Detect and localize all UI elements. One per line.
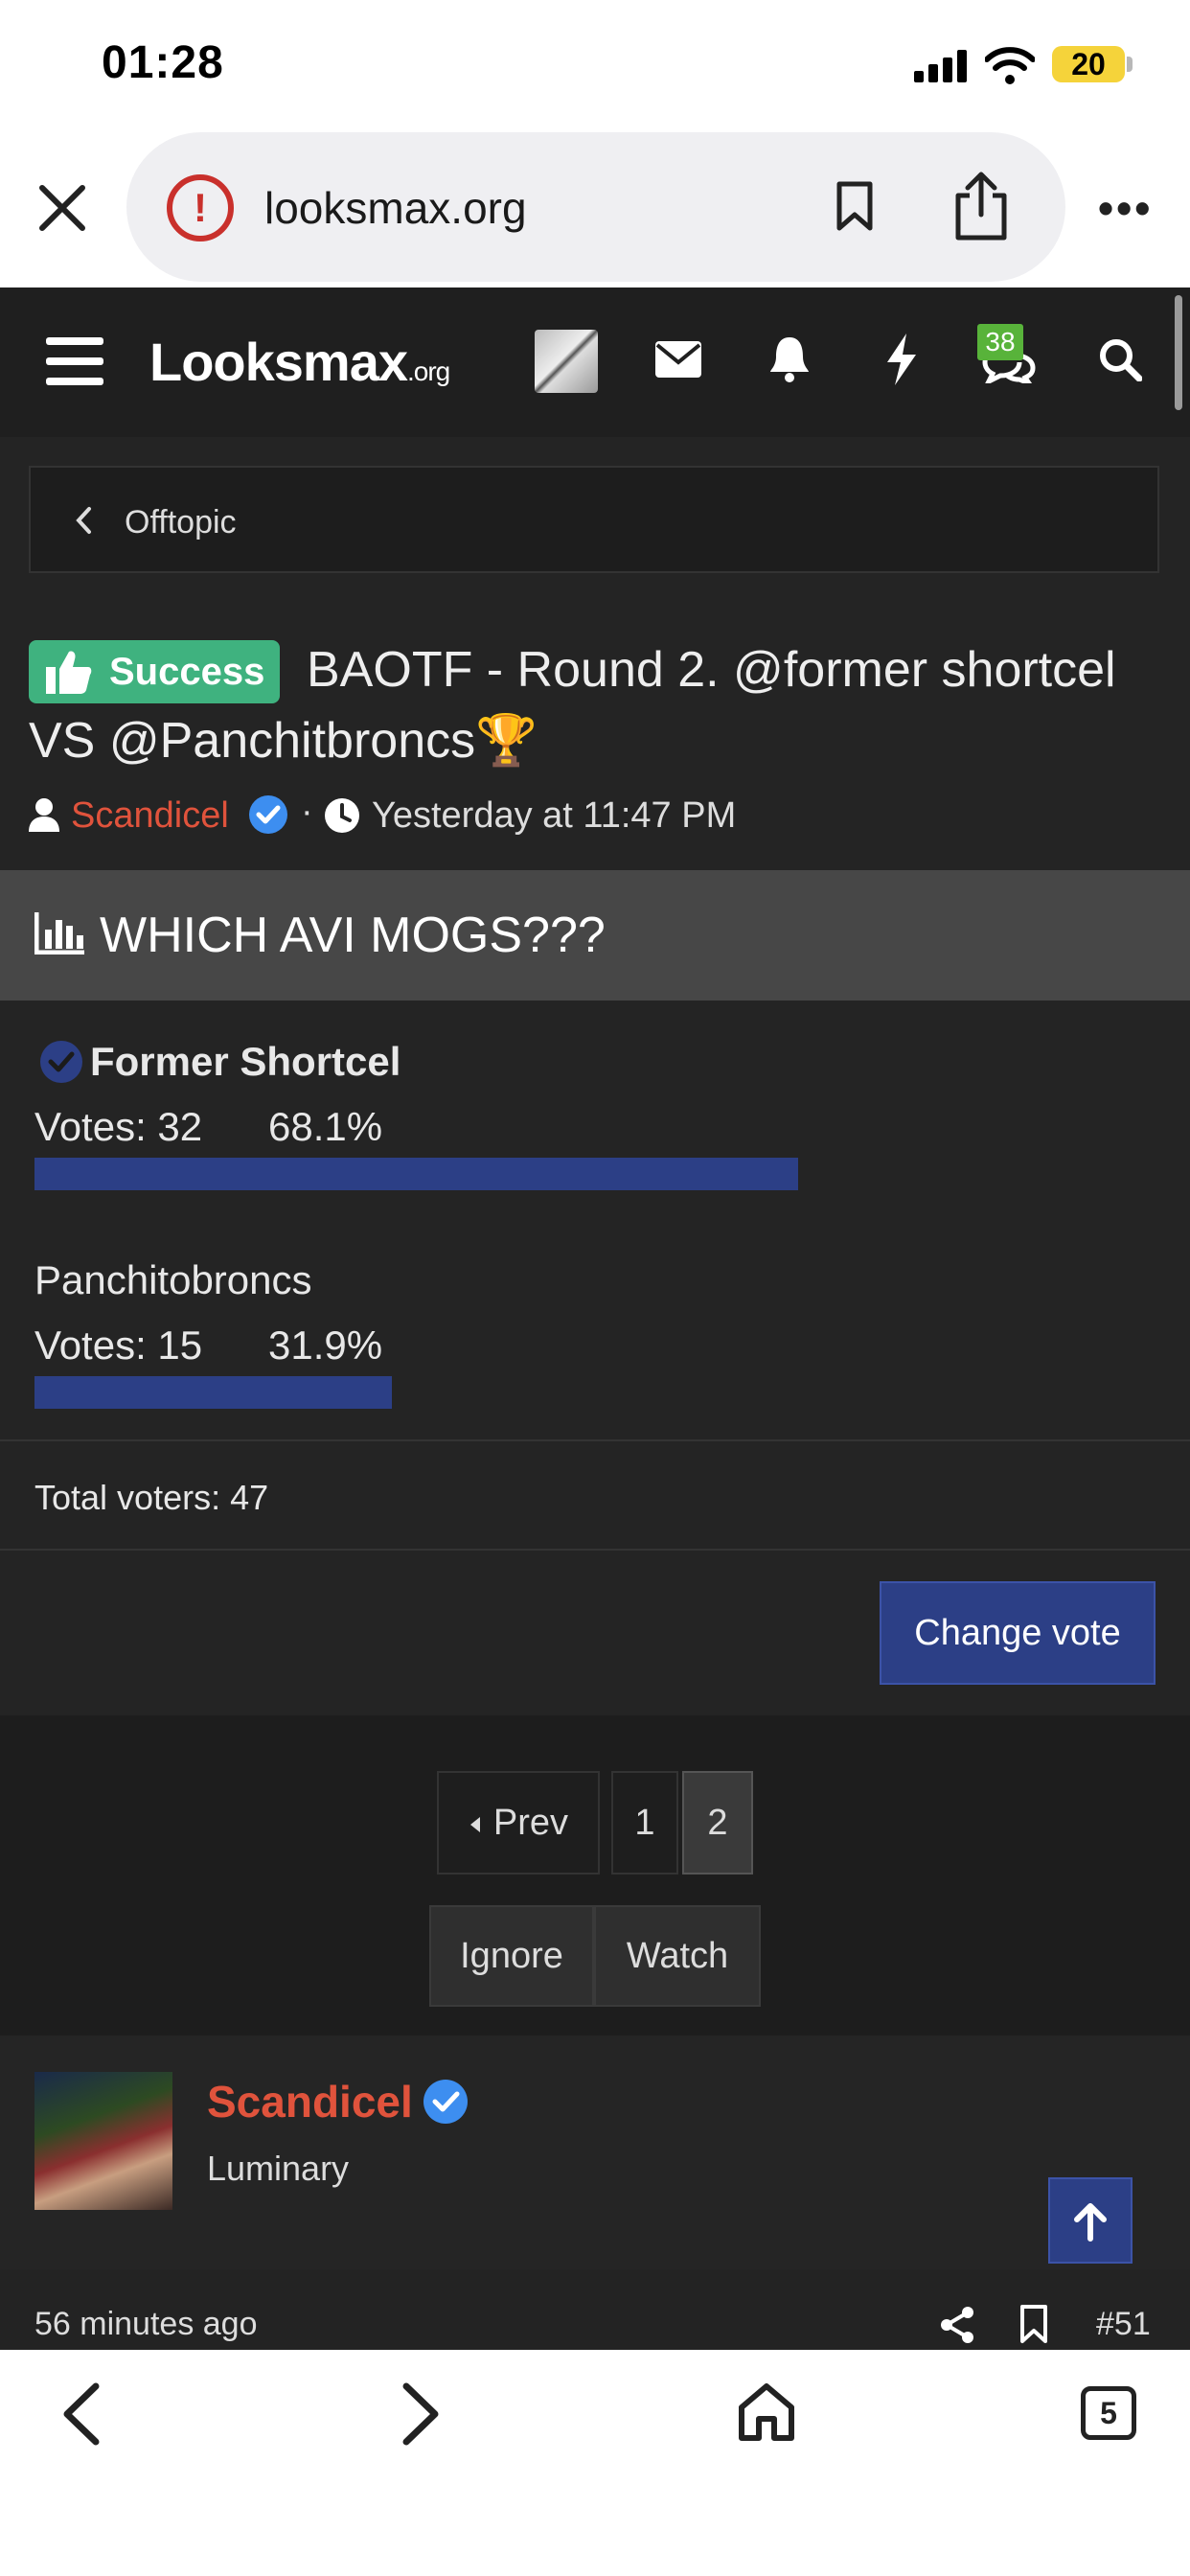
thread-timestamp: Yesterday at 11:47 PM <box>372 795 737 836</box>
poll-result-bar <box>34 1158 798 1190</box>
meta-separator: · <box>301 792 313 832</box>
prev-page-label: Prev <box>492 1803 569 1843</box>
poll-title: WHICH AVI MOGS??? <box>100 908 606 963</box>
cellular-signal-icon <box>914 50 967 82</box>
post-author-name[interactable]: Scandicel <box>207 2076 413 2128</box>
page-2-button[interactable]: 2 <box>682 1771 753 1874</box>
security-warning-icon[interactable]: ! <box>167 174 234 242</box>
user-avatar[interactable] <box>535 330 598 393</box>
clock-icon <box>325 798 359 833</box>
divider <box>0 1549 1190 1551</box>
breadcrumb-label[interactable]: Offtopic <box>125 504 237 541</box>
poll-option-percent: 31.9% <box>268 1322 383 1368</box>
lightning-icon[interactable] <box>885 334 918 385</box>
prev-page-button[interactable]: Prev <box>437 1771 600 1874</box>
success-prefix-label: Success <box>109 651 265 693</box>
watch-button[interactable]: Watch <box>594 1905 761 2007</box>
chevron-left-icon <box>76 507 91 534</box>
battery-indicator: 20 <box>1052 46 1125 82</box>
poll-option-percent: 68.1% <box>268 1104 383 1149</box>
verified-badge-icon <box>249 795 287 834</box>
close-icon[interactable] <box>38 184 86 232</box>
tabs-count-icon[interactable]: 5 <box>1081 2386 1136 2440</box>
poll-option-name: Former Shortcel <box>90 1039 401 1084</box>
arrow-up-icon <box>1074 2203 1107 2242</box>
post-author-avatar[interactable] <box>34 2072 172 2210</box>
browser-bottom-toolbar <box>0 2350 1190 2576</box>
post-number[interactable]: #51 <box>1096 2306 1151 2343</box>
bookmark-icon[interactable] <box>1019 2304 1048 2344</box>
share-nodes-icon[interactable] <box>939 2306 975 2344</box>
thread-author[interactable]: Scandicel <box>71 795 229 837</box>
page-1-button[interactable]: 1 <box>611 1771 678 1874</box>
more-options-icon[interactable]: ••• <box>1098 182 1153 234</box>
share-icon[interactable] <box>952 171 1010 242</box>
envelope-icon[interactable] <box>655 341 701 378</box>
post-author-rank: Luminary <box>207 2149 350 2188</box>
verified-badge-icon <box>423 2080 468 2124</box>
wifi-icon <box>985 47 1035 84</box>
logo-text: Looksmax <box>149 332 408 392</box>
site-logo[interactable]: Looksmax.org <box>149 331 450 393</box>
poll-total-voters: Total voters: 47 <box>34 1478 269 1517</box>
url-text[interactable]: looksmax.org <box>264 182 527 234</box>
poll-option-votes: Votes: 32 <box>34 1104 203 1149</box>
bell-icon[interactable] <box>768 335 811 383</box>
voted-check-icon <box>40 1041 82 1083</box>
bar-chart-icon <box>34 912 84 954</box>
post-age: 56 minutes ago <box>34 2306 258 2342</box>
user-icon <box>29 798 59 832</box>
battery-cap <box>1127 57 1133 72</box>
search-icon[interactable] <box>1098 337 1142 381</box>
thumbs-up-icon <box>46 651 92 694</box>
hamburger-menu-icon[interactable] <box>46 335 103 387</box>
forward-arrow-icon[interactable] <box>400 2382 443 2446</box>
scroll-to-top-button[interactable] <box>1048 2177 1133 2264</box>
back-arrow-icon[interactable] <box>59 2382 102 2446</box>
ignore-button[interactable]: Ignore <box>429 1905 594 2007</box>
poll-option-name: Panchitobroncs <box>34 1257 312 1302</box>
logo-suffix: .org <box>407 356 450 386</box>
status-time: 01:28 <box>102 37 224 88</box>
divider <box>0 1439 1190 1441</box>
poll-result-bar <box>34 1376 392 1409</box>
chat-count-badge: 38 <box>977 324 1023 360</box>
home-icon[interactable] <box>738 2382 795 2442</box>
change-vote-button[interactable]: Change vote <box>880 1581 1156 1685</box>
page-scrollbar[interactable] <box>1175 295 1182 410</box>
success-prefix-badge[interactable]: Success <box>29 640 281 703</box>
bookmark-icon[interactable] <box>835 180 874 232</box>
post-header <box>0 2036 1190 2269</box>
caret-left-icon <box>469 1816 480 1832</box>
poll-option-votes: Votes: 15 <box>34 1322 203 1368</box>
